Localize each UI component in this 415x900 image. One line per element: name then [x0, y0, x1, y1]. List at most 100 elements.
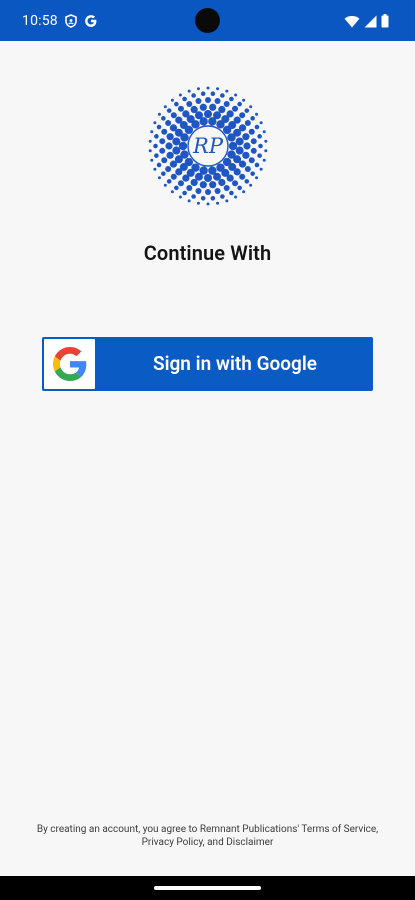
logo-dot [174, 185, 179, 191]
logo-dot [233, 168, 241, 176]
logo-dot [229, 190, 234, 196]
logo-dot [150, 158, 154, 162]
logo-dot [258, 143, 263, 149]
home-indicator[interactable] [154, 886, 261, 890]
logo-dot [172, 146, 181, 155]
logo-dot [165, 142, 173, 150]
navigation-bar [0, 876, 415, 900]
logo-dot [170, 112, 177, 119]
logo-dot [262, 158, 266, 162]
google-logo-icon [52, 347, 86, 381]
logo-dot [170, 173, 177, 180]
logo-dot [228, 141, 238, 151]
logo-dot [191, 194, 196, 199]
logo-dot [165, 120, 172, 126]
logo-dot [242, 133, 250, 141]
logo-dot [178, 141, 188, 151]
logo-dot [238, 124, 247, 132]
status-bar: 10:58 [0, 0, 415, 41]
sign-in-with-google-button[interactable]: Sign in with Google [42, 337, 373, 391]
google-g-icon [84, 14, 98, 28]
logo-dot [161, 171, 166, 176]
battery-icon [381, 14, 389, 28]
logo-dot [153, 143, 158, 149]
logo-dot [259, 167, 263, 171]
logo-dot [169, 124, 178, 132]
logo-dot [229, 96, 234, 102]
logo-dot [234, 195, 238, 199]
logo-dot [210, 195, 216, 201]
logo-dot [218, 105, 226, 114]
logo-dot [148, 149, 152, 153]
logo-dot [199, 103, 207, 111]
logo-dot [235, 137, 244, 146]
logo-dot [159, 147, 166, 154]
logo-dot [178, 93, 182, 97]
logo-dot [239, 173, 246, 180]
logo-dot [235, 146, 244, 155]
logo-dot [186, 185, 193, 192]
logo-dot [156, 162, 162, 168]
logo-dot [233, 116, 241, 124]
logo-dot [154, 134, 159, 139]
wifi-icon [344, 15, 360, 28]
logo-dot [244, 108, 250, 113]
logo-dot [165, 166, 172, 172]
logo-dot [249, 183, 253, 187]
status-time: 10:58 [22, 13, 58, 29]
logo-dot [250, 171, 255, 176]
logo-dot [153, 121, 157, 125]
logo-dot [157, 176, 161, 180]
logo-dot [166, 179, 172, 184]
logo-dot [154, 153, 159, 158]
logo-dot [172, 137, 181, 146]
logo-dot [255, 112, 259, 116]
logo-dot [182, 110, 190, 118]
logo-dot [177, 105, 184, 112]
logo-dot [175, 168, 183, 176]
logo-dot [264, 139, 268, 143]
logo-dot [196, 87, 200, 91]
logo-dot [257, 134, 262, 139]
logo-dot [259, 121, 263, 125]
logo-dot [262, 130, 266, 134]
logo-dot [157, 112, 161, 116]
logo-dot [257, 153, 262, 158]
logo-dot [218, 178, 226, 187]
logo-dot [206, 86, 210, 90]
logo-dot [223, 100, 230, 107]
logo-dot [237, 185, 242, 191]
logo-dot [242, 190, 246, 194]
logo-dot [161, 116, 166, 121]
logo-dot [191, 93, 196, 98]
logo-dot [174, 101, 179, 107]
logo-dot [205, 189, 211, 195]
logo-dot [244, 166, 251, 172]
logo-dot [200, 195, 206, 201]
logo-dot [187, 199, 191, 203]
logo-dot [254, 124, 260, 130]
logo-dot [250, 116, 255, 121]
logo-dot [182, 96, 187, 102]
logo-dot [182, 190, 187, 196]
logo-dot [210, 91, 216, 97]
logo-dot [232, 180, 239, 187]
logo-dot [187, 89, 191, 93]
logo-dot [166, 108, 172, 113]
logo-dot [209, 181, 217, 189]
logo-dot [148, 139, 152, 143]
logo-dot [264, 149, 268, 153]
logo-monogram: RP [192, 134, 224, 158]
logo-dot [186, 100, 193, 107]
logo-dot [214, 98, 221, 105]
logo-dot [190, 178, 198, 187]
logo-dot [225, 199, 229, 203]
logo-dot [190, 105, 198, 114]
logo-dot [156, 124, 162, 130]
logo-dot [170, 190, 174, 194]
logo-dot [226, 174, 234, 182]
logo-dot [249, 105, 253, 109]
logo-dot [250, 138, 257, 145]
logo-dot [153, 167, 157, 171]
logo-dot [200, 91, 206, 97]
